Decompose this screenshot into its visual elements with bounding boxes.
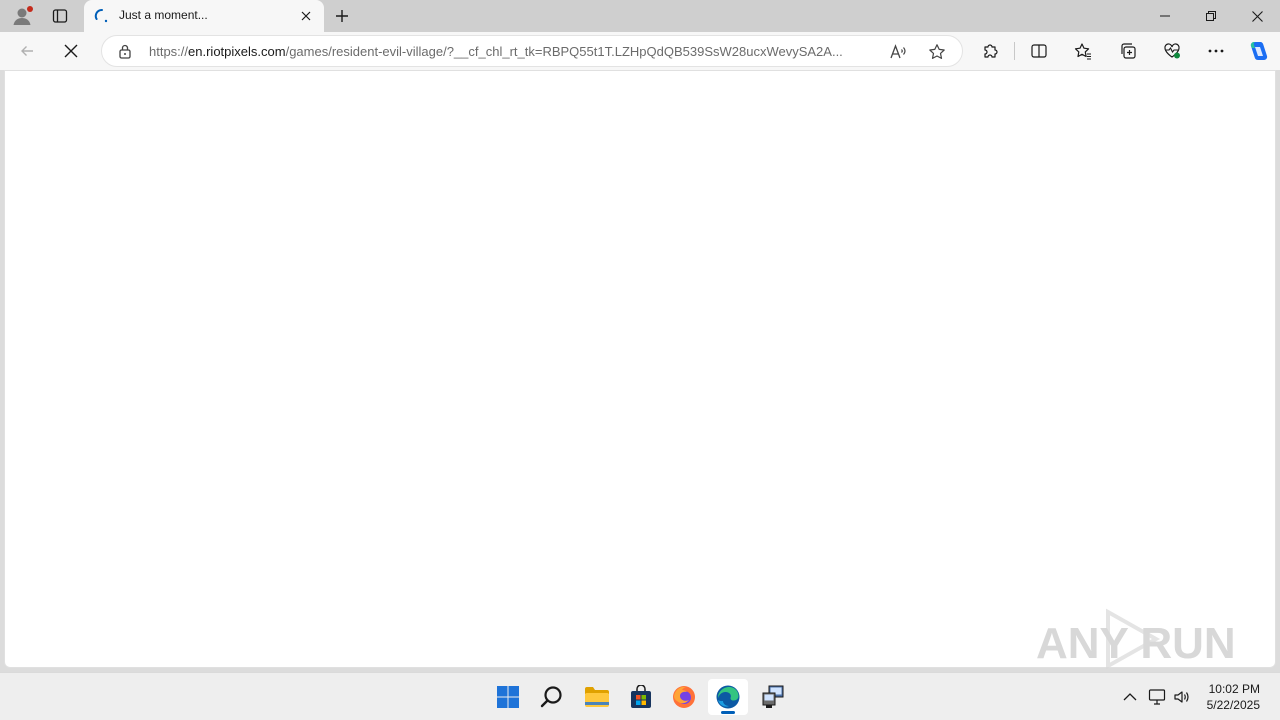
collections-button[interactable] [1113,36,1143,66]
extensions-button[interactable] [976,36,1006,66]
read-aloud-button[interactable] [888,42,908,62]
close-icon [301,11,311,21]
back-button[interactable] [12,36,42,66]
clock-time: 10:02 PM [1208,682,1260,696]
settings-more-button[interactable] [1201,36,1231,66]
store-icon [631,685,651,708]
url-scheme: https:// [149,44,189,59]
network-tool-icon [762,685,784,708]
file-explorer-icon [585,687,609,707]
new-tab-button[interactable] [330,4,354,28]
tab-title: Just a moment... [119,8,208,22]
file-explorer-button[interactable] [577,679,617,715]
volume-icon [1174,691,1189,703]
restore-button[interactable] [1188,0,1234,32]
copilot-button[interactable] [1243,36,1273,66]
anyrun-watermark: ANY RUN [1036,608,1236,670]
arrow-left-icon [21,46,33,56]
tab-strip: Just a moment... [0,0,1280,32]
network-icon [1148,689,1166,705]
copilot-icon [1250,42,1268,60]
search-icon [540,686,562,708]
system-clock[interactable]: 10:02 PM 5/22/2025 [1207,681,1260,713]
close-window-button[interactable] [1234,0,1280,32]
clock-date: 5/22/2025 [1206,698,1260,712]
network-tool-button[interactable] [753,679,793,715]
page-content[interactable] [4,70,1276,668]
start-button[interactable] [488,679,528,715]
tab-active[interactable]: Just a moment... [84,0,324,32]
edge-icon [716,685,740,709]
microsoft-store-button[interactable] [621,679,661,715]
lock-icon [119,44,131,59]
browser-toolbar: https://en.riotpixels.com/games/resident… [0,32,1280,70]
show-hidden-icons-button[interactable] [1120,687,1140,707]
stop-loading-button[interactable] [56,36,86,66]
add-favorite-button[interactable] [927,42,947,62]
plus-icon [336,10,348,22]
minimize-icon [1160,15,1170,17]
active-app-indicator [721,711,735,714]
url-host: en.riotpixels.com [188,44,286,59]
minimize-button[interactable] [1142,0,1188,32]
url-path: /games/resident-evil-village/?__cf_chl_r… [285,44,843,59]
network-status-button[interactable] [1147,687,1167,707]
favorites-icon [1074,43,1091,60]
read-aloud-icon [890,44,906,59]
collections-icon [1121,43,1136,59]
restore-icon [1206,11,1216,21]
browser-essentials-button[interactable] [1157,36,1187,66]
puzzle-icon [984,44,998,58]
star-icon [929,44,945,59]
profile-button[interactable] [8,3,36,29]
address-bar[interactable]: https://en.riotpixels.com/games/resident… [101,35,963,67]
close-icon [1251,10,1263,22]
volume-button[interactable] [1172,687,1192,707]
split-screen-button[interactable] [1024,36,1054,66]
tab-actions-button[interactable] [46,3,74,29]
taskbar-search-button[interactable] [532,679,572,715]
firefox-icon [673,686,695,708]
toolbar-separator [1014,42,1015,60]
firefox-button[interactable] [664,679,704,715]
split-screen-icon [1031,44,1047,58]
loading-spinner-icon [94,9,108,23]
edge-button[interactable] [708,679,748,715]
tab-actions-icon [52,9,68,23]
chevron-up-icon [1123,693,1137,701]
taskbar: 10:02 PM 5/22/2025 [0,672,1280,720]
more-horizontal-icon [1208,49,1224,53]
start-icon [497,686,519,708]
close-icon [64,44,78,58]
favorites-button[interactable] [1068,36,1098,66]
url-text: https://en.riotpixels.com/games/resident… [149,44,877,59]
heart-pulse-icon [1164,43,1180,59]
tab-close-button[interactable] [296,6,316,26]
notification-dot [27,6,33,12]
